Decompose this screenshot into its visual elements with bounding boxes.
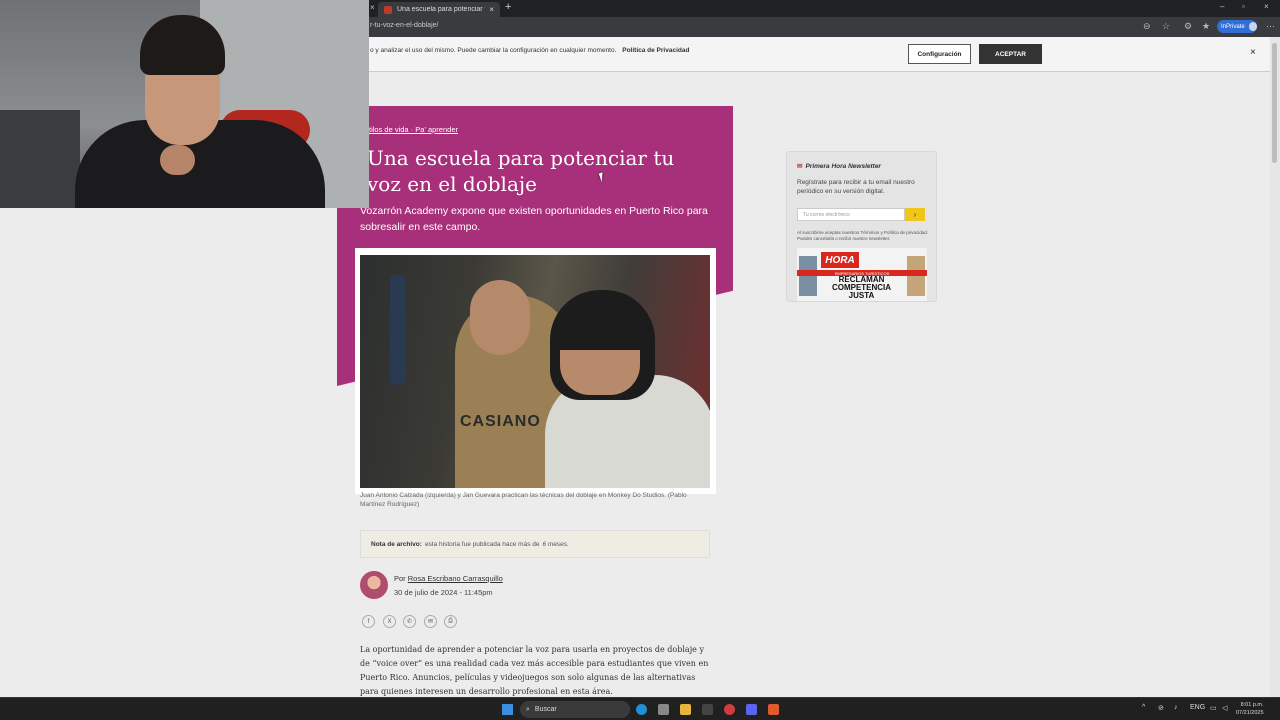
store-icon[interactable]: [658, 704, 669, 715]
archive-note: Nota de archivo: esta historia fue publi…: [360, 530, 710, 558]
newspaper-cover: HORA EMPRESARIOS TURÍSTICOS RECLAMAN COM…: [797, 248, 927, 301]
webcam-person-hand: [160, 145, 195, 175]
tray-app-icon[interactable]: ⊘: [1158, 704, 1164, 712]
privacy-policy-link[interactable]: Política de Privacidad: [622, 47, 689, 54]
shirt-text: CASIANO: [460, 413, 541, 430]
profile-avatar: [1248, 22, 1257, 31]
whatsapp-icon[interactable]: ✆: [403, 615, 416, 628]
byline: Por Rosa Escribano Carrasquillo: [394, 574, 503, 583]
taskbar: ⌕ Buscar ^ ⊘ ♪ ENG ▭ ◁ 8:01 p.m. 07/21/20…: [0, 697, 1280, 720]
maximize-icon[interactable]: ▫: [1242, 2, 1245, 11]
cookie-text: o y analizar el uso del mismo. Puede cam…: [370, 47, 689, 54]
app-icon-2[interactable]: [768, 704, 779, 715]
mic-icon[interactable]: ♪: [1174, 704, 1178, 711]
page-scrollbar[interactable]: [1270, 37, 1280, 697]
url-field[interactable]: r-tu-voz-en-el-doblaje/: [370, 22, 438, 29]
mail-icon: ✉: [797, 163, 803, 170]
cookie-close-icon[interactable]: ×: [1250, 47, 1256, 58]
photo-caption: Juan Antonio Calzada (izquierda) y Jan G…: [360, 492, 687, 508]
taskbar-search[interactable]: ⌕ Buscar: [520, 701, 630, 718]
previous-tab-close-icon[interactable]: ×: [370, 3, 375, 12]
favorites-icon[interactable]: ★: [1202, 21, 1210, 32]
file-explorer-icon[interactable]: [680, 704, 691, 715]
cover-photo-right: [907, 256, 925, 296]
newsletter-email-input[interactable]: Tu correo electrónico: [797, 208, 905, 221]
taskbar-clock[interactable]: 8:01 p.m. 07/21/2025: [1236, 701, 1264, 717]
scrollbar-thumb[interactable]: [1272, 43, 1277, 163]
article-title: Una escuela para potenciar tu voz en el …: [367, 146, 675, 196]
cookie-config-button[interactable]: Configuración: [908, 44, 971, 64]
taskbar-search-label: Buscar: [534, 706, 557, 713]
cover-headline: RECLAMAN COMPETENCIA JUSTA: [831, 275, 892, 300]
article-subtitle: Vozarrón Academy expone que existen opor…: [360, 205, 708, 233]
network-icon[interactable]: ▭: [1210, 704, 1217, 712]
cover-photo-left: [799, 256, 817, 296]
breadcrumb[interactable]: tilos de vida · Pa' aprender: [369, 125, 458, 134]
print-icon[interactable]: ⎙: [444, 615, 457, 628]
clock-time: 8:01 p.m.: [1240, 702, 1264, 708]
tab-close-icon[interactable]: ×: [489, 5, 494, 14]
newsletter-title: ✉ Primera Hora Newsletter: [797, 162, 881, 170]
person-left-head: [470, 280, 530, 355]
article-photo[interactable]: CASIANO: [360, 255, 710, 488]
microphone: [390, 275, 406, 385]
discord-icon[interactable]: [746, 704, 757, 715]
person-right-face: [560, 350, 640, 395]
app-icon-1[interactable]: [702, 704, 713, 715]
byline-prefix: Por: [394, 574, 406, 583]
archive-note-text: esta historia fue publicada hace más de: [424, 540, 540, 548]
newsletter-submit-button[interactable]: ›: [905, 208, 925, 221]
cover-logo: HORA: [821, 252, 859, 268]
tray-chevron-icon[interactable]: ^: [1142, 704, 1145, 711]
cookie-message: o y analizar el uso del mismo. Puede cam…: [370, 47, 617, 54]
newsletter-widget: ✉ Primera Hora Newsletter Regístrate para…: [786, 151, 937, 302]
article-body: La oportunidad de aprender a potenciar l…: [360, 645, 709, 696]
newsletter-description: Regístrate para recibir a tu email nuest…: [797, 179, 915, 195]
publish-date: 30 de julio de 2024 - 11:45pm: [394, 588, 493, 597]
windows-start-icon[interactable]: [502, 704, 513, 715]
inprivate-badge[interactable]: InPrivate: [1217, 20, 1257, 33]
newsletter-title-text: Primera Hora Newsletter: [805, 163, 881, 170]
facebook-icon[interactable]: f: [362, 615, 375, 628]
webcam-bed: [0, 110, 80, 208]
search-icon: ⌕: [526, 705, 530, 713]
author-avatar[interactable]: [360, 571, 388, 599]
volume-icon[interactable]: ◁: [1222, 704, 1227, 712]
author-link[interactable]: Rosa Escribano Carrasquillo: [408, 574, 503, 583]
window-close-icon[interactable]: ×: [1264, 2, 1269, 11]
site-favicon-icon: [384, 5, 392, 14]
newsletter-legal: Al suscribirse aceptas nuestros Términos…: [797, 230, 928, 241]
more-menu-icon[interactable]: ⋯: [1266, 21, 1275, 32]
language-indicator[interactable]: ENG: [1190, 704, 1205, 711]
clock-date: 07/21/2025: [1236, 710, 1264, 716]
favorite-star-icon[interactable]: ☆: [1162, 21, 1170, 32]
new-tab-plus-icon[interactable]: +: [505, 1, 511, 13]
tab-title: Una escuela para potenciar tu voz: [397, 6, 485, 13]
email-icon[interactable]: ✉: [424, 615, 437, 628]
archive-note-label: Nota de archivo:: [371, 540, 422, 548]
webcam-overlay: [0, 0, 369, 208]
cookie-accept-button[interactable]: ACEPTAR: [979, 44, 1042, 64]
active-tab[interactable]: Una escuela para potenciar tu voz ×: [378, 2, 500, 17]
chrome-icon[interactable]: [724, 704, 735, 715]
archive-note-period: 6 meses.: [542, 540, 569, 548]
edge-icon[interactable]: [636, 704, 647, 715]
x-icon[interactable]: X: [383, 615, 396, 628]
extensions-icon[interactable]: ⚙: [1184, 21, 1192, 32]
inprivate-label: InPrivate: [1221, 23, 1245, 30]
reader-icon[interactable]: ⊖: [1143, 21, 1151, 32]
minimize-icon[interactable]: –: [1220, 2, 1224, 11]
